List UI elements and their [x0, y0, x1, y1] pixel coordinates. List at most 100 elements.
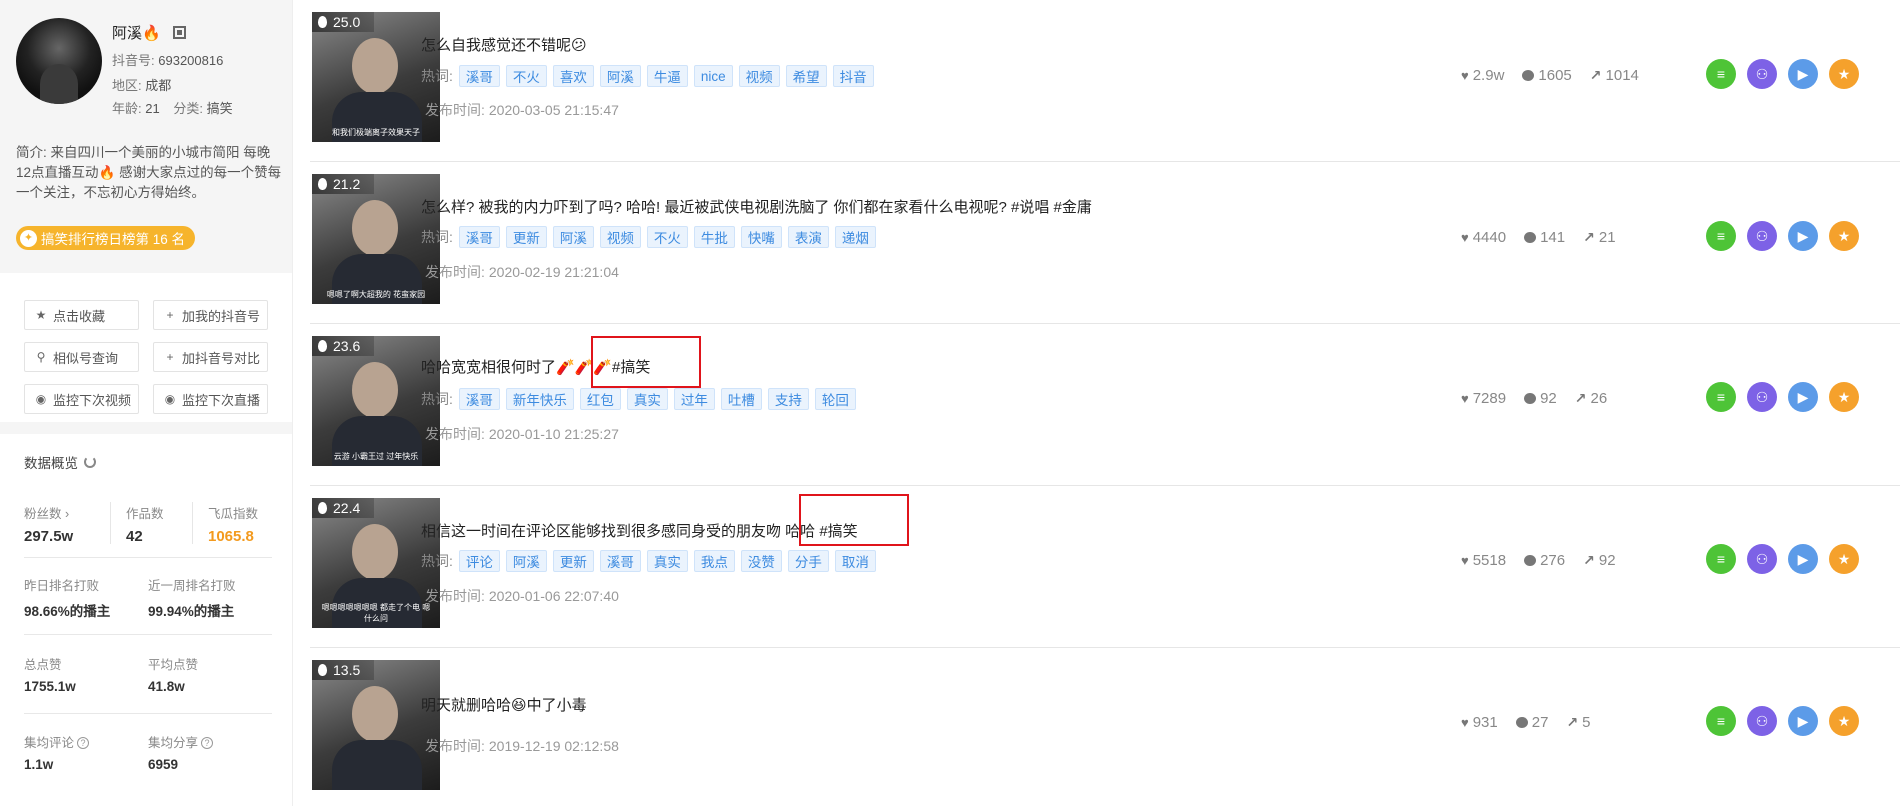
hot-word-tag[interactable]: 牛批 [693, 226, 735, 248]
video-row[interactable]: 嗯嗯了啊大超我的 花蛮家园 21.2 怎么样? 被我的内力吓到了吗? 哈哈! 最… [310, 162, 1900, 324]
hot-score: 13.5 [312, 660, 374, 680]
users-icon[interactable]: ⚇ [1747, 59, 1777, 89]
refresh-icon[interactable] [84, 456, 96, 468]
share-icon: ↗ [1566, 714, 1579, 730]
add-compare-button[interactable]: + 加抖音号对比 [153, 342, 268, 372]
add-my-account-button[interactable]: + 加我的抖音号 [153, 300, 268, 330]
help-icon[interactable]: ? [77, 737, 90, 749]
plus-icon: + [166, 308, 174, 322]
heart-icon: ♥ [1461, 391, 1469, 406]
users-icon[interactable]: ⚇ [1747, 706, 1777, 736]
similar-account-button[interactable]: ⚲ 相似号查询 [24, 342, 139, 372]
star-icon[interactable]: ★ [1829, 706, 1859, 736]
hot-word-tag[interactable]: nice [693, 65, 733, 87]
hot-word-tag[interactable]: 红包 [579, 388, 621, 410]
hot-word-tag[interactable]: 阿溪 [552, 226, 594, 248]
profile-sidebar: 阿溪🔥 抖音号: 693200816 地区: 成都 年龄: 21 分类: 搞笑 … [0, 0, 292, 806]
share-icon: ↗ [1583, 552, 1595, 568]
rank-badge[interactable]: ✦ 搞笑排行榜日榜第 16 名 [16, 226, 196, 250]
video-row[interactable]: 云游 小霸王过 过年快乐 23.6 哈哈宽宽相很何时了🧨🧨🧨#搞笑 热词: 溪哥… [310, 324, 1900, 486]
hot-word-tag[interactable]: 溪哥 [458, 226, 500, 248]
fans-stat[interactable]: 粉丝数 › 297.5w [24, 503, 73, 545]
stat-separator [24, 713, 272, 714]
avatar[interactable] [16, 18, 102, 104]
help-icon[interactable]: ? [201, 737, 214, 749]
hot-word-tag[interactable]: 真实 [646, 550, 688, 572]
hot-word-tag[interactable]: 表演 [787, 226, 829, 248]
hot-word-tag[interactable]: 吐槽 [720, 388, 762, 410]
list-icon[interactable]: ≡ [1706, 544, 1736, 574]
hot-word-tag[interactable]: 取消 [834, 550, 876, 572]
hot-word-tag[interactable]: 不火 [505, 65, 547, 87]
video-row[interactable]: 嗯嗯嗯嗯嗯嗯嗯 都走了个电 嗯什么问 22.4 相信这一时间在评论区能够找到很多… [310, 486, 1900, 648]
video-row[interactable]: 和我们极端离子效果天子 25.0 怎么自我感觉还不错呢😕 热词: 溪哥 不火 喜… [310, 0, 1900, 162]
list-icon[interactable]: ≡ [1706, 59, 1736, 89]
thumbnail-caption: 嗯嗯嗯嗯嗯嗯嗯 都走了个电 嗯什么问 [321, 603, 431, 623]
video-row[interactable]: 13.5 明天就删哈哈😆中了小毒 发布时间: 2019-12-19 02:12:5… [310, 648, 1900, 806]
hot-words: 热词: 溪哥 新年快乐 红包 真实 过年 吐槽 支持 轮回 [421, 388, 856, 410]
hot-word-tag[interactable]: 过年 [673, 388, 715, 410]
hot-word-tag[interactable]: 快嘴 [740, 226, 782, 248]
hot-word-tag[interactable]: 支持 [767, 388, 809, 410]
likes-count: ♥ 2.9w [1461, 67, 1505, 84]
profile-name: 阿溪🔥 [112, 25, 161, 42]
star-icon[interactable]: ★ [1829, 544, 1859, 574]
hot-word-tag[interactable]: 溪哥 [458, 65, 500, 87]
hot-word-tag[interactable]: 新年快乐 [505, 388, 574, 410]
play-icon[interactable]: ▶ [1788, 221, 1818, 251]
star-icon[interactable]: ★ [1829, 382, 1859, 412]
video-thumbnail[interactable]: 13.5 [312, 660, 440, 790]
play-icon[interactable]: ▶ [1788, 59, 1818, 89]
hot-word-tag[interactable]: 分手 [787, 550, 829, 572]
star-icon[interactable]: ★ [1829, 59, 1859, 89]
monitor-live-button[interactable]: ◉ 监控下次直播 [153, 384, 268, 414]
hot-word-tag[interactable]: 牛逼 [646, 65, 688, 87]
star-icon[interactable]: ★ [1829, 221, 1859, 251]
video-title[interactable]: 怎么自我感觉还不错呢😕 [421, 34, 587, 55]
list-icon[interactable]: ≡ [1706, 382, 1736, 412]
hot-word-tag[interactable]: 希望 [785, 65, 827, 87]
hot-word-tag[interactable]: 没赞 [740, 550, 782, 572]
hot-word-tag[interactable]: 溪哥 [599, 550, 641, 572]
hot-word-tag[interactable]: 不火 [646, 226, 688, 248]
users-icon[interactable]: ⚇ [1747, 544, 1777, 574]
works-stat: 作品数 42 [126, 507, 164, 545]
play-icon[interactable]: ▶ [1788, 706, 1818, 736]
hot-word-tag[interactable]: 喜欢 [552, 65, 594, 87]
hot-word-tag[interactable]: 递烟 [834, 226, 876, 248]
video-title[interactable]: 相信这一时间在评论区能够找到很多感同身受的朋友吻 哈哈 #搞笑 [421, 520, 858, 541]
users-icon[interactable]: ⚇ [1747, 382, 1777, 412]
likes-count: ♥ 4440 [1461, 229, 1507, 246]
play-icon[interactable]: ▶ [1788, 544, 1818, 574]
users-icon[interactable]: ⚇ [1747, 221, 1777, 251]
hot-word-tag[interactable]: 评论 [458, 550, 500, 572]
rank-badge-label: 搞笑排行榜日榜第 16 名 [41, 232, 186, 247]
list-icon[interactable]: ≡ [1706, 221, 1736, 251]
monitor-video-button[interactable]: ◉ 监控下次视频 [24, 384, 139, 414]
hot-word-tag[interactable]: 阿溪 [505, 550, 547, 572]
hot-word-tag[interactable]: 更新 [505, 226, 547, 248]
hot-word-tag[interactable]: 视频 [599, 226, 641, 248]
profile-card: 阿溪🔥 抖音号: 693200816 地区: 成都 年龄: 21 分类: 搞笑 … [0, 0, 292, 273]
video-title[interactable]: 明天就删哈哈😆中了小毒 [421, 694, 587, 715]
hot-word-tag[interactable]: 溪哥 [458, 388, 500, 410]
qr-code-icon[interactable] [172, 26, 186, 39]
comment-icon [1524, 555, 1537, 566]
hot-word-tag[interactable]: 阿溪 [599, 65, 641, 87]
feigua-stat: 飞瓜指数 1065.8 [208, 507, 259, 545]
hot-word-tag[interactable]: 更新 [552, 550, 594, 572]
play-icon[interactable]: ▶ [1788, 382, 1818, 412]
section-divider [0, 422, 292, 434]
stat-divider [110, 502, 111, 544]
comment-icon [1524, 232, 1537, 243]
video-title[interactable]: 怎么样? 被我的内力吓到了吗? 哈哈! 最近被武侠电视剧洗脑了 你们都在家看什么… [421, 196, 1092, 217]
star-icon: ★ [35, 308, 47, 322]
hot-word-tag[interactable]: 视频 [738, 65, 780, 87]
favorite-button[interactable]: ★ 点击收藏 [24, 300, 139, 330]
row-op-buttons: ≡ ⚇ ▶ ★ [1706, 382, 1859, 412]
list-icon[interactable]: ≡ [1706, 706, 1736, 736]
hot-word-tag[interactable]: 我点 [693, 550, 735, 572]
hot-word-tag[interactable]: 轮回 [814, 388, 856, 410]
hot-word-tag[interactable]: 抖音 [832, 65, 874, 87]
hot-word-tag[interactable]: 真实 [626, 388, 668, 410]
